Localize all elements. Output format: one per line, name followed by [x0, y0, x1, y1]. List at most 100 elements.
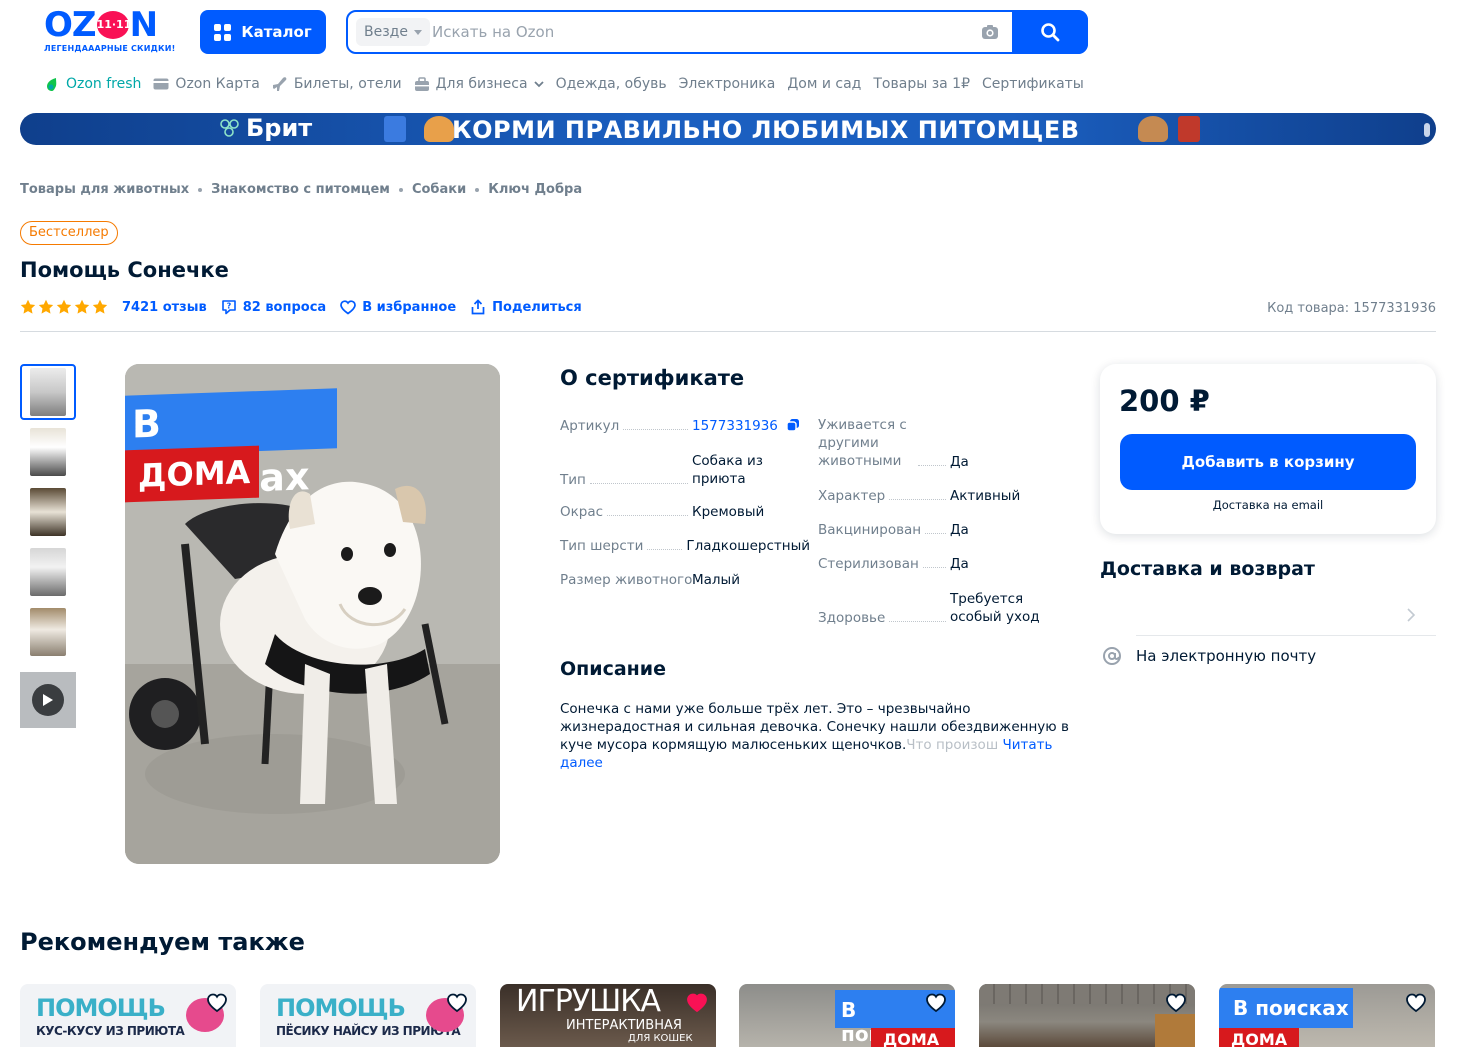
card-icon: [153, 78, 169, 90]
nav-certificates[interactable]: Сертификаты: [982, 76, 1084, 92]
prop-value: Требуется особый уход: [950, 591, 1040, 625]
star-icon: [92, 299, 108, 314]
product-card[interactable]: ПОМОЩЬ ПЁСИКУ НАЙСУ ИЗ ПРИЮТА: [260, 984, 476, 1047]
banner-cat-image: [424, 116, 454, 142]
logo-text-right: N: [129, 5, 158, 45]
catalog-label: Каталог: [241, 23, 312, 41]
buy-card: 200 ₽ Добавить в корзину Доставка на ema…: [1100, 364, 1436, 534]
gallery-thumbnail[interactable]: [20, 424, 76, 480]
thumbnail-image: [30, 368, 66, 416]
nav-electronics[interactable]: Электроника: [679, 76, 776, 92]
prop-row: Стерилизован Да: [818, 556, 1080, 572]
nav-ozon-fresh[interactable]: Ozon fresh: [44, 76, 141, 92]
rating-stars[interactable]: [20, 299, 108, 315]
prop-key: Размер животного: [560, 572, 693, 588]
heart-icon[interactable]: [446, 992, 468, 1014]
ozon-logo[interactable]: OZ 11·11 N ЛЕГЕНДАААРНЫЕ СКИДКИ!: [44, 8, 176, 56]
product-card[interactable]: ПОМОЩЬ КУС-КУСУ ИЗ ПРИЮТА: [20, 984, 236, 1047]
prop-key: Тип шерсти: [560, 538, 644, 554]
shipping-title: Доставка и возврат: [1100, 558, 1315, 580]
nav-one-ruble[interactable]: Товары за 1₽: [873, 76, 970, 92]
nav-tickets[interactable]: Билеты, отели: [272, 76, 402, 92]
banner-brand-label: Брит: [246, 114, 313, 142]
prop-row: Артикул 1577331936: [560, 418, 810, 434]
price: 200 ₽: [1119, 384, 1210, 418]
breadcrumb-item[interactable]: Ключ Добра: [488, 182, 582, 197]
logo-text-left: OZ: [44, 5, 97, 45]
shipping-email-label: На электронную почту: [1136, 647, 1317, 665]
prop-key: Окрас: [560, 504, 604, 520]
breadcrumb-item[interactable]: Знакомство с питомцем: [211, 182, 390, 197]
gallery-video-thumbnail[interactable]: [20, 672, 76, 728]
heart-icon[interactable]: [1165, 992, 1187, 1014]
reviews-link[interactable]: 7421 отзыв: [122, 300, 207, 315]
chevron-right-icon[interactable]: [1406, 608, 1416, 622]
search-scope-label: Везде: [364, 24, 408, 40]
gallery-thumbnail[interactable]: [20, 484, 76, 540]
share-button[interactable]: Поделиться: [470, 299, 582, 315]
prop-row: Здоровье Требуется особый уход: [818, 590, 1080, 626]
about-title: О сертификате: [560, 366, 745, 390]
heart-icon[interactable]: [925, 992, 947, 1014]
nav-home-garden[interactable]: Дом и сад: [787, 76, 861, 92]
product-card[interactable]: В поисках ДОМА: [1219, 984, 1435, 1047]
nav-label: Дом и сад: [787, 76, 862, 92]
card-title: ПОМОЩЬ: [36, 994, 166, 1022]
product-meta: 7421 отзыв ? 82 вопроса В избранное Поде…: [20, 299, 582, 315]
breadcrumb-item[interactable]: Собаки: [412, 182, 466, 197]
questions-label: 82 вопроса: [242, 299, 327, 315]
prop-value: Собака из приюта: [692, 453, 763, 487]
nav-label: Одежда, обувь: [555, 76, 667, 92]
heart-icon[interactable]: [1405, 992, 1427, 1014]
heart-icon[interactable]: [686, 992, 708, 1014]
prop-value: Активный: [950, 488, 1021, 504]
article-value[interactable]: 1577331936: [692, 418, 778, 434]
star-icon: [56, 299, 72, 314]
gallery-thumbnail[interactable]: [20, 364, 76, 420]
add-to-cart-button[interactable]: Добавить в корзину: [1120, 434, 1416, 490]
copy-icon[interactable]: [786, 418, 800, 432]
banner-dog-image: [1138, 116, 1168, 142]
card-subtitle: ДОМА: [1231, 1030, 1288, 1047]
bestseller-badge: Бестселлер: [20, 221, 118, 245]
card-title: ИГРУШКА: [516, 984, 661, 1019]
prop-value: Кремовый: [692, 504, 765, 520]
prop-value: Да: [950, 454, 969, 470]
camera-icon[interactable]: [980, 22, 1000, 42]
search-scope-select[interactable]: Везде: [356, 18, 430, 46]
product-card[interactable]: В поисках ДОМА: [739, 984, 955, 1047]
nav-ozon-card[interactable]: Ozon Карта: [153, 76, 260, 92]
product-main-image[interactable]: В поисках ДОМА: [125, 364, 500, 864]
favorite-button[interactable]: В избранное: [340, 300, 456, 315]
star-icon: [38, 299, 54, 314]
prop-key: Здоровье: [818, 610, 886, 626]
share-label: Поделиться: [492, 299, 582, 315]
breadcrumb-separator: [198, 187, 203, 192]
thumbnail-image: [30, 428, 66, 476]
gallery-thumbnail[interactable]: [20, 604, 76, 660]
search-input[interactable]: [432, 20, 932, 44]
prop-value: Да: [950, 522, 969, 538]
ad-banner[interactable]: Брит КОРМИ ПРАВИЛЬНО ЛЮБИМЫХ ПИТОМЦЕВ: [20, 113, 1436, 145]
prop-value: Малый: [692, 572, 740, 588]
breadcrumb-item[interactable]: Товары для животных: [20, 182, 189, 197]
heart-icon[interactable]: [206, 992, 228, 1014]
image-tag-bottom: ДОМА: [125, 445, 259, 503]
search-button[interactable]: [1012, 10, 1088, 54]
banner-pack-image: [1178, 116, 1200, 142]
gallery-thumbnail[interactable]: [20, 544, 76, 600]
product-card[interactable]: [979, 984, 1195, 1047]
plane-icon: [272, 77, 287, 91]
prop-row: Тип шерсти Гладкошерстный: [560, 538, 810, 554]
catalog-button[interactable]: Каталог: [200, 10, 326, 54]
thumbnail-image: [30, 488, 66, 536]
questions-link[interactable]: ? 82 вопроса: [221, 299, 326, 315]
prop-key: Уживается с другими животными: [818, 417, 907, 469]
prop-key: Тип: [560, 472, 586, 488]
nav-business[interactable]: Для бизнеса: [414, 76, 544, 92]
shipping-email-option[interactable]: На электронную почту: [1102, 646, 1316, 666]
nav-clothes[interactable]: Одежда, обувь: [556, 76, 667, 92]
question-icon: ?: [221, 300, 236, 315]
product-card[interactable]: ИГРУШКА ИНТЕРАКТИВНАЯ ДЛЯ КОШЕК: [500, 984, 716, 1047]
description-text-block: Сонечка с нами уже больше трёх лет. Это …: [560, 700, 1080, 772]
